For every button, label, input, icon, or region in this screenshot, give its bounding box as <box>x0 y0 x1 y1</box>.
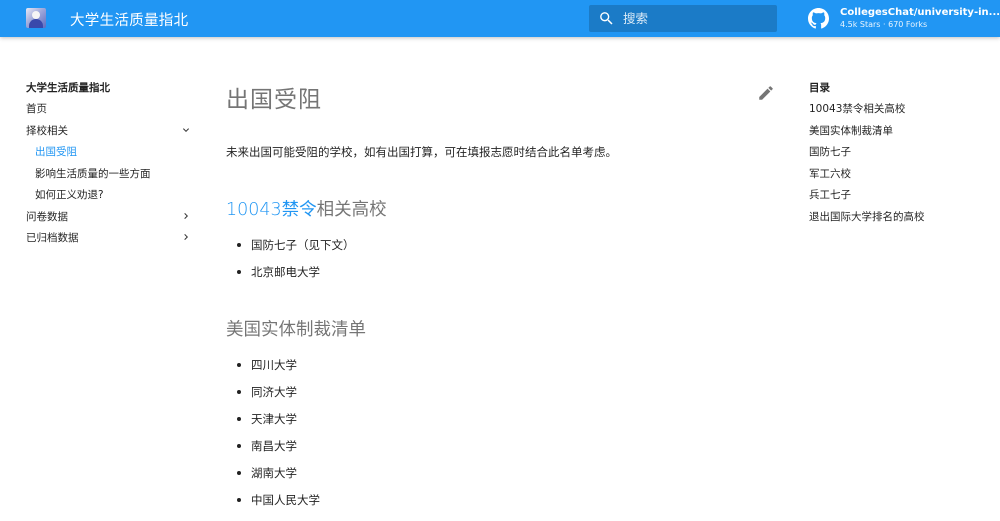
list-item: 湖南大学 <box>237 464 320 491</box>
nav-item-archived-data[interactable]: 已归档数据 <box>26 230 196 252</box>
page-title: 出国受阻 <box>226 87 322 113</box>
section-heading-10043: 10043禁令相关高校 <box>226 196 387 221</box>
nav-item-quality-aspects[interactable]: 影响生活质量的一些方面 <box>26 166 196 188</box>
chevron-right-icon[interactable] <box>180 231 192 243</box>
nav-item-dissuade[interactable]: 如何正义劝退? <box>26 187 196 209</box>
repo-name: CollegesChat/university-in... <box>840 7 1000 18</box>
toc-title: 目录 <box>809 82 830 94</box>
header-bar: 大学生活质量指北 CollegesChat/university-in... 4… <box>0 0 1000 37</box>
search-icon[interactable] <box>598 10 615 27</box>
nav-title: 大学生活质量指北 <box>26 82 110 94</box>
edit-icon[interactable] <box>757 84 775 102</box>
intro-paragraph: 未来出国可能受阻的学校，如有出国打算，可在填报志愿时结合此名单考虑。 <box>226 145 617 159</box>
list-item: 国防七子（见下文） <box>237 236 355 263</box>
repo-stats: 4.5k Stars · 670 Forks <box>840 20 928 29</box>
toc-item[interactable]: 军工六校 <box>809 166 989 188</box>
toc-item[interactable]: 国防七子 <box>809 144 989 166</box>
primary-nav: 大学生活质量指北 首页 择校相关 出国受阻 影响生活质量的一些方面 如何正义劝退… <box>26 80 196 252</box>
list-item: 天津大学 <box>237 410 320 437</box>
toc-item[interactable]: 兵工七子 <box>809 187 989 209</box>
nav-item-label: 择校相关 <box>26 124 68 137</box>
search-box[interactable] <box>589 5 777 32</box>
heading-link[interactable]: 10043禁令 <box>226 200 317 220</box>
toc-item[interactable]: 10043禁令相关高校 <box>809 101 989 123</box>
list-entity: 四川大学 同济大学 天津大学 南昌大学 湖南大学 中国人民大学 <box>237 356 320 518</box>
toc-item[interactable]: 退出国际大学排名的高校 <box>809 209 989 231</box>
toc-item[interactable]: 美国实体制裁清单 <box>809 123 989 145</box>
heading-text: 相关高校 <box>316 200 387 220</box>
list-10043: 国防七子（见下文） 北京邮电大学 <box>237 236 355 290</box>
nav-item-label: 出国受阻 <box>35 146 77 158</box>
site-logo-icon[interactable] <box>26 8 46 28</box>
list-item: 南昌大学 <box>237 437 320 464</box>
table-of-contents: 目录 10043禁令相关高校 美国实体制裁清单 国防七子 军工六校 兵工七子 退… <box>809 80 989 230</box>
nav-item-label: 问卷数据 <box>26 210 68 223</box>
nav-item-label: 已归档数据 <box>26 232 79 244</box>
list-item: 北京邮电大学 <box>237 263 355 290</box>
github-icon <box>808 8 829 29</box>
list-item: 四川大学 <box>237 356 320 383</box>
nav-item-label: 影响生活质量的一些方面 <box>35 167 151 180</box>
nav-item-home[interactable]: 首页 <box>26 101 196 123</box>
chevron-down-icon[interactable] <box>180 124 192 136</box>
search-input[interactable] <box>623 9 768 28</box>
list-item: 同济大学 <box>237 383 320 410</box>
list-item: 中国人民大学 <box>237 491 320 518</box>
section-heading-entity-list: 美国实体制裁清单 <box>226 320 366 340</box>
nav-item-study-abroad-blocked[interactable]: 出国受阻 <box>26 144 196 166</box>
site-title[interactable]: 大学生活质量指北 <box>70 9 188 30</box>
nav-item-label: 如何正义劝退? <box>35 189 104 201</box>
nav-item-label: 首页 <box>26 103 47 115</box>
chevron-right-icon[interactable] <box>180 210 192 222</box>
nav-item-survey-data[interactable]: 问卷数据 <box>26 209 196 231</box>
repo-link[interactable]: CollegesChat/university-in... 4.5k Stars… <box>808 6 1000 32</box>
nav-item-school-selection[interactable]: 择校相关 <box>26 123 196 145</box>
